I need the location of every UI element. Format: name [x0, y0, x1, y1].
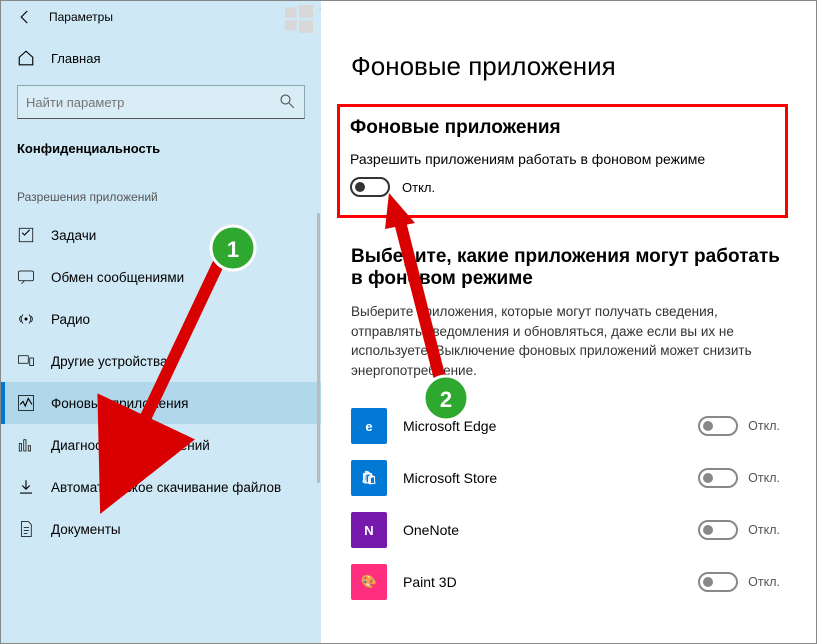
app-toggle-state: Откл. — [748, 575, 780, 589]
app-icon: N — [351, 512, 387, 548]
content-pane: Фоновые приложения Фоновые приложения Ра… — [321, 33, 816, 643]
app-icon: e — [351, 408, 387, 444]
sidebar-item-label: Другие устройства — [51, 354, 168, 369]
sidebar-item-messaging[interactable]: Обмен сообщениями — [1, 256, 321, 298]
sidebar-item-label: Диагностика приложений — [51, 438, 210, 453]
section-background-apps-title: Фоновые приложения — [350, 117, 775, 139]
app-name: Microsoft Store — [403, 470, 698, 486]
app-name: Paint 3D — [403, 574, 698, 590]
app-toggle-state: Откл. — [748, 523, 780, 537]
search-input[interactable] — [26, 95, 278, 110]
search-icon — [278, 92, 296, 113]
section-choose-apps-title: Выберите, какие приложения могут работат… — [351, 246, 786, 290]
app-row: 🎨 Paint 3D Откл. — [351, 556, 786, 608]
page-title: Фоновые приложения — [351, 51, 786, 82]
sidebar-item-label: Обмен сообщениями — [51, 270, 184, 285]
app-row: e Microsoft Edge Откл. — [351, 400, 786, 452]
app-toggle-state: Откл. — [748, 419, 780, 433]
sidebar-item-documents[interactable]: Документы — [1, 508, 321, 550]
master-toggle[interactable] — [350, 177, 390, 197]
app-toggle[interactable] — [698, 468, 738, 488]
sidebar-item-other-devices[interactable]: Другие устройства — [1, 340, 321, 382]
document-icon — [17, 520, 35, 538]
sidebar-item-label: Радио — [51, 312, 90, 327]
diagnostics-icon — [17, 436, 35, 454]
sidebar-section-title: Конфиденциальность — [1, 135, 321, 166]
download-icon — [17, 478, 35, 496]
sidebar: Главная Конфиденциальность Разрешения пр… — [1, 33, 321, 643]
app-name: Microsoft Edge — [403, 418, 698, 434]
activity-icon — [17, 394, 35, 412]
sidebar-scrollbar[interactable] — [317, 213, 320, 483]
sidebar-item-label: Документы — [51, 522, 121, 537]
app-toggle[interactable] — [698, 520, 738, 540]
app-icon: 🛍 — [351, 460, 387, 496]
app-icon: 🎨 — [351, 564, 387, 600]
sidebar-item-label: Задачи — [51, 228, 96, 243]
section-choose-apps-desc: Выберите приложения, которые могут получ… — [351, 302, 786, 380]
sidebar-item-label: Фоновые приложения — [51, 396, 188, 411]
window-title: Параметры — [49, 10, 113, 24]
search-box[interactable] — [17, 85, 305, 119]
master-toggle-label: Разрешить приложениям работать в фоновом… — [350, 151, 775, 167]
home-icon — [17, 49, 35, 67]
sidebar-item-auto-download[interactable]: Автоматическое скачивание файлов — [1, 466, 321, 508]
chat-icon — [17, 268, 35, 286]
app-toggle[interactable] — [698, 572, 738, 592]
sidebar-item-background-apps[interactable]: Фоновые приложения — [1, 382, 321, 424]
home-label: Главная — [51, 51, 100, 66]
app-row: 🛍 Microsoft Store Откл. — [351, 452, 786, 504]
sidebar-item-tasks[interactable]: Задачи — [1, 214, 321, 256]
home-nav[interactable]: Главная — [1, 41, 321, 75]
tasks-icon — [17, 226, 35, 244]
radio-icon — [17, 310, 35, 328]
sidebar-subsection-title: Разрешения приложений — [1, 166, 321, 214]
app-toggle-state: Откл. — [748, 471, 780, 485]
app-list: e Microsoft Edge Откл. 🛍 Microsoft Store Откл… — [351, 400, 786, 608]
sidebar-item-label: Автоматическое скачивание файлов — [51, 480, 281, 495]
annotation-highlight-box: Фоновые приложения Разрешить приложениям… — [337, 104, 788, 218]
sidebar-item-radio[interactable]: Радио — [1, 298, 321, 340]
sidebar-item-app-diagnostics[interactable]: Диагностика приложений — [1, 424, 321, 466]
app-row: N OneNote Откл. — [351, 504, 786, 556]
master-toggle-state: Откл. — [402, 180, 435, 195]
app-toggle[interactable] — [698, 416, 738, 436]
back-button[interactable] — [1, 1, 49, 33]
app-name: OneNote — [403, 522, 698, 538]
devices-icon — [17, 352, 35, 370]
